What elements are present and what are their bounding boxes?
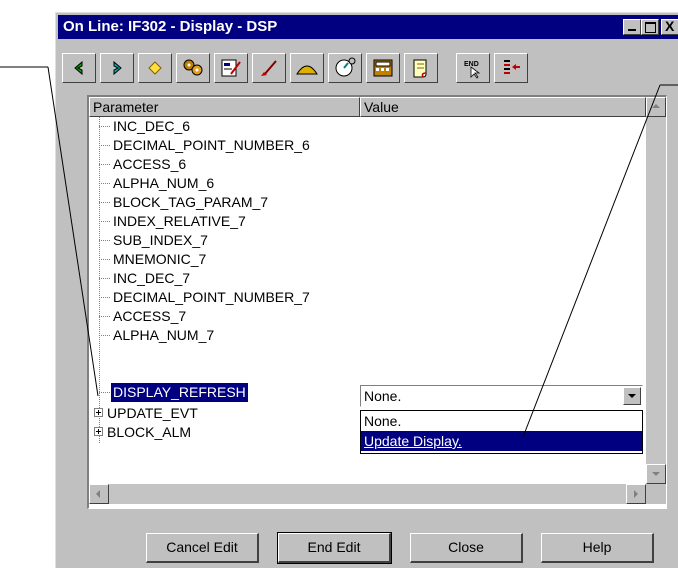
callout-line-left-diagonal [47, 66, 99, 397]
callout-line-right-diagonal [522, 84, 661, 438]
callout-lines [0, 66, 678, 438]
